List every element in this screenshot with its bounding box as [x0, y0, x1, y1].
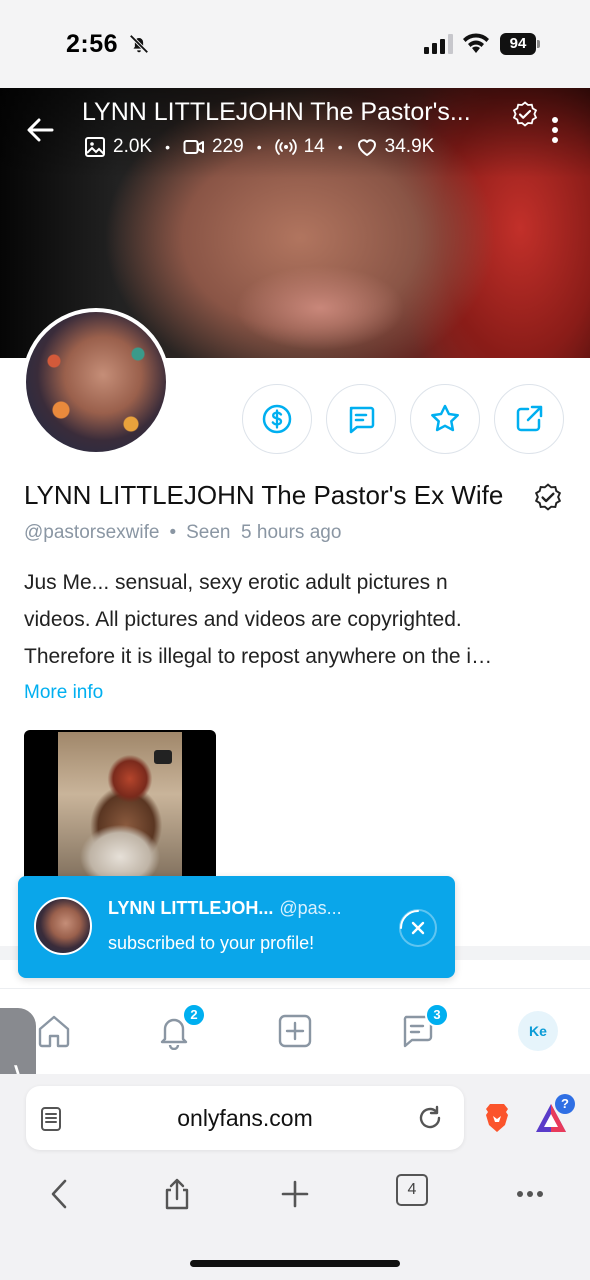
toast-message: subscribed to your profile! [108, 933, 315, 953]
home-indicator [190, 1260, 400, 1267]
home-icon [38, 1015, 70, 1048]
handle-row: @pastorsexwife • Seen 5 hours ago [24, 522, 342, 543]
streams-stat[interactable]: 14 [274, 136, 325, 158]
message-icon [349, 406, 375, 434]
wifi-icon [463, 33, 489, 53]
profile-name: LYNN LITTLEJOHN The Pastor's Ex Wife [24, 480, 504, 510]
status-time: 2:56 [66, 30, 119, 58]
back-button[interactable] [40, 1174, 80, 1214]
nav-home[interactable] [32, 1009, 76, 1053]
nav-notifications[interactable]: 2 [152, 1003, 206, 1053]
url-text: onlyfans.com [177, 1105, 313, 1131]
tip-button[interactable] [242, 384, 312, 454]
seen-label: Seen [186, 522, 231, 543]
message-button[interactable] [326, 384, 396, 454]
battery-indicator: 94 [500, 33, 542, 55]
toast-name: LYNN LITTLEJOH... [108, 898, 274, 918]
verified-icon [512, 101, 538, 127]
share-icon [516, 405, 543, 432]
cover-title: LYNN LITTLEJOHN The Pastor's... [82, 98, 471, 126]
chevron-left-icon [51, 1179, 67, 1209]
battery-level: 94 [500, 33, 536, 55]
plus-icon [281, 1180, 309, 1208]
profile-stats: 2.0K • 229 • 14 • 34.9K [84, 136, 434, 158]
bio-line: Therefore it is illegal to repost anywhe… [24, 645, 493, 668]
favorite-button[interactable] [410, 384, 480, 454]
rewards-badge: ? [555, 1094, 575, 1114]
share-up-icon [165, 1178, 189, 1210]
photos-count: 2.0K [113, 136, 153, 157]
subscription-toast[interactable]: LYNN LITTLEJOH... @pas... subscribed to y… [18, 876, 455, 978]
notifications-badge: 2 [182, 1003, 206, 1027]
bell-off-icon [129, 34, 149, 54]
brave-lion-icon[interactable] [482, 1102, 512, 1134]
dollar-icon [262, 404, 292, 434]
bio-line: videos. All pictures and videos are copy… [24, 608, 462, 631]
address-bar[interactable]: onlyfans.com [26, 1086, 464, 1150]
app-bottom-nav: 2 3 Ke [0, 988, 590, 1074]
signal-icon [424, 34, 453, 54]
reload-icon[interactable] [416, 1104, 444, 1132]
toast-avatar [34, 897, 92, 955]
plus-square-icon [278, 1014, 312, 1048]
videos-count: 229 [212, 136, 244, 157]
share-page-button[interactable] [157, 1174, 197, 1214]
videos-stat[interactable]: 229 [183, 136, 244, 158]
user-avatar[interactable]: Ke [518, 1011, 558, 1051]
tabs-button[interactable]: 4 [396, 1174, 436, 1214]
nav-new-post[interactable] [273, 1009, 317, 1053]
star-icon [431, 404, 459, 432]
seen-time: 5 hours ago [241, 522, 342, 543]
bio-line: Jus Me... sensual, sexy erotic adult pic… [24, 571, 448, 594]
messages-badge: 3 [425, 1003, 449, 1027]
toast-handle: @pas... [279, 898, 342, 918]
profile-bio: Jus Me... sensual, sexy erotic adult pic… [24, 564, 564, 675]
profile-avatar[interactable] [22, 308, 170, 456]
browser-toolbar: onlyfans.com ? 4 [0, 1074, 590, 1280]
verified-icon [534, 483, 562, 511]
streams-count: 14 [303, 136, 325, 157]
photos-stat[interactable]: 2.0K [84, 136, 152, 158]
image-icon [85, 137, 105, 157]
broadcast-icon [274, 139, 297, 155]
more-vertical-icon[interactable] [550, 116, 560, 144]
close-icon[interactable] [398, 908, 438, 948]
heart-icon [357, 139, 376, 156]
status-bar: 2:56 94 [0, 0, 590, 88]
likes-stat: 34.9K [356, 136, 435, 158]
likes-count: 34.9K [384, 136, 435, 157]
profile-handle: @pastorsexwife [24, 522, 160, 543]
toast-title: LYNN LITTLEJOH... @pas... [108, 898, 342, 919]
video-icon [183, 140, 204, 154]
new-tab-button[interactable] [275, 1174, 315, 1214]
browser-menu-button[interactable] [510, 1174, 550, 1214]
nav-messages[interactable]: 3 [395, 1003, 449, 1053]
share-button[interactable] [494, 384, 564, 454]
back-arrow-icon[interactable] [24, 114, 56, 146]
more-horizontal-icon [517, 1191, 543, 1197]
more-info-link[interactable]: More info [24, 682, 103, 704]
tab-count: 4 [396, 1174, 428, 1206]
post-thumbnail[interactable] [24, 730, 216, 890]
